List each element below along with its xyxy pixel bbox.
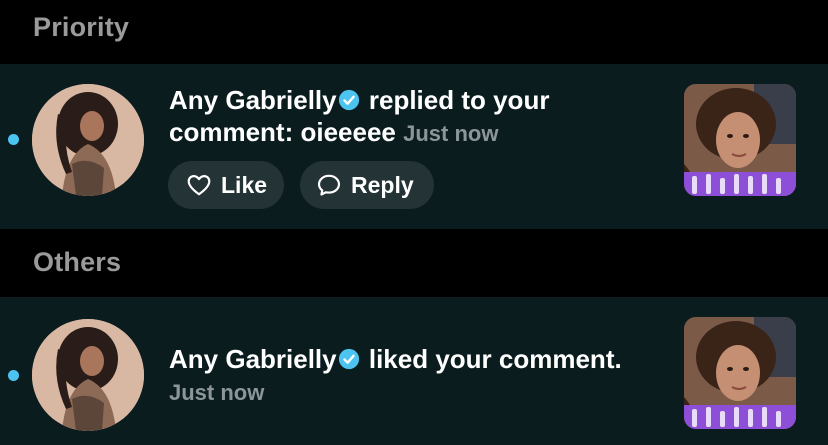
- speech-bubble-icon: [317, 174, 341, 196]
- others-section-header: Others: [0, 229, 828, 297]
- heart-icon: [187, 175, 211, 196]
- notification-action: liked your comment.: [368, 344, 622, 374]
- priority-section-title: Priority: [33, 12, 130, 42]
- video-thumbnail[interactable]: [684, 317, 796, 429]
- verified-badge-icon: [338, 89, 359, 111]
- timestamp: Just now: [169, 380, 265, 405]
- username[interactable]: Any Gabrielly: [169, 85, 337, 115]
- notifications-page: Priority Any Gabrielly replied to your c…: [0, 0, 828, 445]
- others-section-title: Others: [33, 247, 122, 277]
- reply-label: Reply: [351, 171, 414, 198]
- notification-item-like[interactable]: Any Gabrielly liked your comment. Just n…: [0, 297, 828, 445]
- verified-badge-icon: [338, 348, 359, 370]
- notification-item-reply[interactable]: Any Gabrielly replied to your comment: o…: [0, 64, 828, 229]
- avatar[interactable]: [32, 84, 144, 196]
- notification-text: Any Gabrielly liked your comment. Just n…: [169, 343, 669, 409]
- avatar[interactable]: [32, 319, 144, 431]
- username[interactable]: Any Gabrielly: [169, 344, 337, 374]
- notification-text: Any Gabrielly replied to your comment: o…: [169, 84, 669, 150]
- like-button[interactable]: Like: [168, 161, 284, 209]
- priority-section-header: Priority: [0, 0, 828, 64]
- unread-indicator: [8, 370, 19, 381]
- video-thumbnail[interactable]: [684, 84, 796, 196]
- like-label: Like: [221, 171, 268, 198]
- reply-button[interactable]: Reply: [300, 161, 434, 209]
- unread-indicator: [8, 134, 19, 145]
- timestamp: Just now: [403, 121, 499, 146]
